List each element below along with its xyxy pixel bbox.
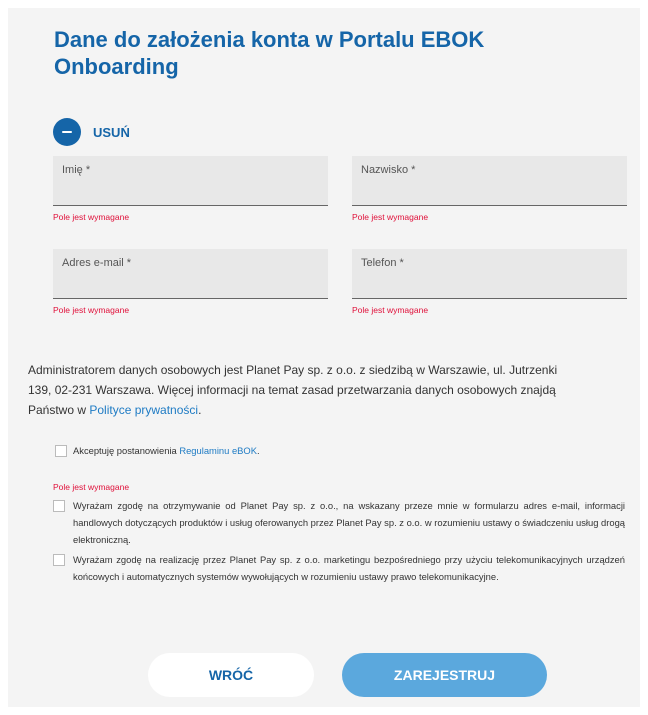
privacy-info: Administratorem danych osobowych jest Pl… — [28, 360, 578, 420]
last-name-field[interactable]: Nazwisko * — [352, 156, 627, 206]
terms-checkbox[interactable] — [55, 445, 67, 457]
last-name-label: Nazwisko * — [361, 164, 416, 176]
terms-label: Akceptuję postanowienia Regulaminu eBOK. — [73, 442, 260, 459]
consent-email-checkbox[interactable] — [53, 500, 65, 512]
minus-icon — [53, 118, 81, 146]
privacy-info-end: . — [198, 403, 202, 417]
email-label: Adres e-mail * — [62, 257, 132, 269]
consent-email-label: Wyrażam zgodę na otrzymywanie od Planet … — [73, 500, 625, 545]
form-panel: Dane do założenia konta w Portalu EBOK O… — [8, 8, 640, 707]
first-name-error: Pole jest wymagane — [53, 212, 130, 222]
last-name-error: Pole jest wymagane — [352, 212, 429, 222]
consent-marketing-label: Wyrażam zgodę na realizację przez Planet… — [73, 554, 625, 582]
register-button[interactable]: ZAREJESTRUJ — [342, 653, 547, 697]
terms-link[interactable]: Regulaminu eBOK — [179, 445, 257, 456]
privacy-policy-link[interactable]: Polityce prywatności — [89, 403, 198, 417]
first-name-label: Imię * — [62, 164, 91, 176]
phone-error: Pole jest wymagane — [352, 305, 429, 315]
email-field[interactable]: Adres e-mail * — [53, 249, 328, 299]
first-name-field[interactable]: Imię * — [53, 156, 328, 206]
page-title: Dane do założenia konta w Portalu EBOK O… — [54, 27, 485, 79]
back-button[interactable]: WRÓĆ — [148, 653, 314, 697]
terms-end: . — [256, 445, 260, 456]
email-error: Pole jest wymagane — [53, 305, 130, 315]
remove-label: USUŃ — [93, 124, 130, 140]
terms-text: Akceptuję postanowienia — [73, 445, 180, 456]
phone-label: Telefon * — [361, 257, 404, 269]
terms-error: Pole jest wymagane — [53, 482, 130, 492]
remove-section-button[interactable]: USUŃ — [53, 118, 130, 146]
phone-field[interactable]: Telefon * — [352, 249, 627, 299]
consent-marketing-checkbox[interactable] — [53, 554, 65, 566]
